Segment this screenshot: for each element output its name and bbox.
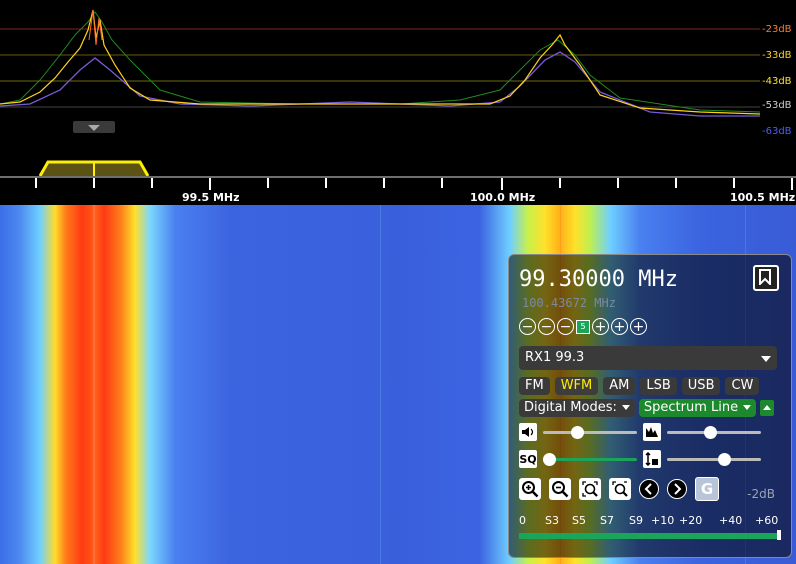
display-options-row: Digital Modes: Spectrum Line bbox=[519, 399, 775, 417]
zoom-in-button[interactable] bbox=[519, 478, 541, 500]
g-button[interactable]: G bbox=[695, 477, 719, 501]
smeter-bar bbox=[519, 533, 779, 539]
step-down-large-button[interactable]: − bbox=[519, 318, 536, 335]
smeter-scale: 0 S3 S5 S7 S9 +10 +20 +40 +60 bbox=[519, 514, 779, 528]
bookmark-icon bbox=[759, 269, 771, 285]
smeter-label: +40 bbox=[719, 514, 743, 527]
db-label-53: -53dB bbox=[762, 100, 792, 111]
smeter-label: S7 bbox=[600, 514, 614, 527]
squelch-level-label: -2dB bbox=[747, 487, 775, 501]
db-label-43: -43dB bbox=[762, 76, 792, 87]
freq-label-99-5: 99.5 MHz bbox=[182, 191, 240, 204]
digital-modes-select[interactable]: Digital Modes: bbox=[519, 399, 635, 417]
collapse-panel-button[interactable] bbox=[760, 400, 775, 416]
smeter-label: +10 bbox=[651, 514, 675, 527]
mode-am-button[interactable]: AM bbox=[603, 377, 636, 395]
smeter-label: +20 bbox=[679, 514, 703, 527]
chevron-left-icon bbox=[644, 483, 652, 495]
squelch-icon[interactable]: SQ bbox=[519, 450, 537, 468]
mode-cw-button[interactable]: CW bbox=[725, 377, 760, 395]
zoom-fit-icon bbox=[582, 481, 598, 497]
display-mode-select[interactable]: Spectrum Line bbox=[638, 399, 757, 417]
step-down-small-button[interactable]: − bbox=[557, 318, 574, 335]
zoom-fit-button[interactable] bbox=[579, 478, 601, 500]
step-down-medium-button[interactable]: − bbox=[538, 318, 555, 335]
mode-lsb-button[interactable]: LSB bbox=[640, 377, 677, 395]
zoom-out-button[interactable] bbox=[549, 478, 571, 500]
receiver-select-value: RX1 99.3 bbox=[525, 350, 585, 365]
chevron-down-icon bbox=[621, 405, 630, 410]
volume-slider-knob[interactable] bbox=[571, 426, 584, 439]
noise-reduction-icon[interactable] bbox=[643, 423, 661, 441]
tuning-step-row: − − − 5 + + + bbox=[519, 318, 647, 335]
freq-label-100-0: 100.0 MHz bbox=[470, 191, 535, 204]
smeter-label: S3 bbox=[545, 514, 559, 527]
smeter-label: S5 bbox=[572, 514, 586, 527]
mode-fm-button[interactable]: FM bbox=[519, 377, 550, 395]
spectrum-display[interactable]: -23dB -33dB -43dB -53dB -63dB 99.5 MHz 1… bbox=[0, 0, 796, 205]
db-label-33: -33dB bbox=[762, 50, 792, 61]
db-label-63: -63dB bbox=[762, 126, 792, 137]
mode-usb-button[interactable]: USB bbox=[681, 377, 721, 395]
zoom-in-icon bbox=[522, 481, 539, 498]
frequency-display[interactable]: 99.30000 MHz bbox=[519, 267, 678, 292]
next-button[interactable] bbox=[667, 479, 687, 499]
zoom-reset-button[interactable] bbox=[609, 478, 631, 500]
smeter-label: S9 bbox=[629, 514, 643, 527]
chevron-right-icon bbox=[674, 483, 682, 495]
smeter-peak-marker bbox=[777, 530, 781, 540]
speaker-icon[interactable] bbox=[519, 423, 537, 441]
db-label-23: -23dB bbox=[762, 24, 792, 35]
smeter-label: 0 bbox=[519, 514, 526, 527]
bookmark-button[interactable] bbox=[753, 265, 779, 291]
squelch-slider[interactable] bbox=[543, 458, 637, 461]
prev-button[interactable] bbox=[639, 479, 659, 499]
chevron-down-icon bbox=[743, 405, 752, 410]
squelch-slider-knob[interactable] bbox=[543, 453, 556, 466]
step-up-medium-button[interactable]: + bbox=[611, 318, 628, 335]
zoom-tools-row: G bbox=[519, 477, 719, 501]
gain-slider-knob[interactable] bbox=[718, 453, 731, 466]
step-up-large-button[interactable]: + bbox=[630, 318, 647, 335]
demod-mode-row: FM WFM AM LSB USB CW bbox=[519, 377, 760, 395]
receiver-select[interactable]: RX1 99.3 bbox=[519, 346, 777, 370]
smeter-label: +60 bbox=[755, 514, 779, 527]
chevron-down-icon bbox=[761, 356, 771, 362]
offset-frequency-display: 100.43672 MHz bbox=[522, 296, 616, 310]
nr-slider-knob[interactable] bbox=[704, 426, 717, 439]
step-badge[interactable]: 5 bbox=[576, 319, 590, 334]
zoom-reset-icon bbox=[612, 481, 628, 497]
mode-wfm-button[interactable]: WFM bbox=[554, 377, 599, 395]
gain-icon[interactable] bbox=[643, 450, 661, 468]
freq-label-100-5: 100.5 MHz bbox=[730, 191, 795, 204]
gain-slider[interactable] bbox=[667, 458, 761, 461]
receiver-panel: 99.30000 MHz 100.43672 MHz − − − 5 + + +… bbox=[508, 254, 792, 558]
step-up-small-button[interactable]: + bbox=[592, 318, 609, 335]
volume-slider[interactable] bbox=[543, 431, 637, 434]
zoom-out-icon bbox=[552, 481, 569, 498]
